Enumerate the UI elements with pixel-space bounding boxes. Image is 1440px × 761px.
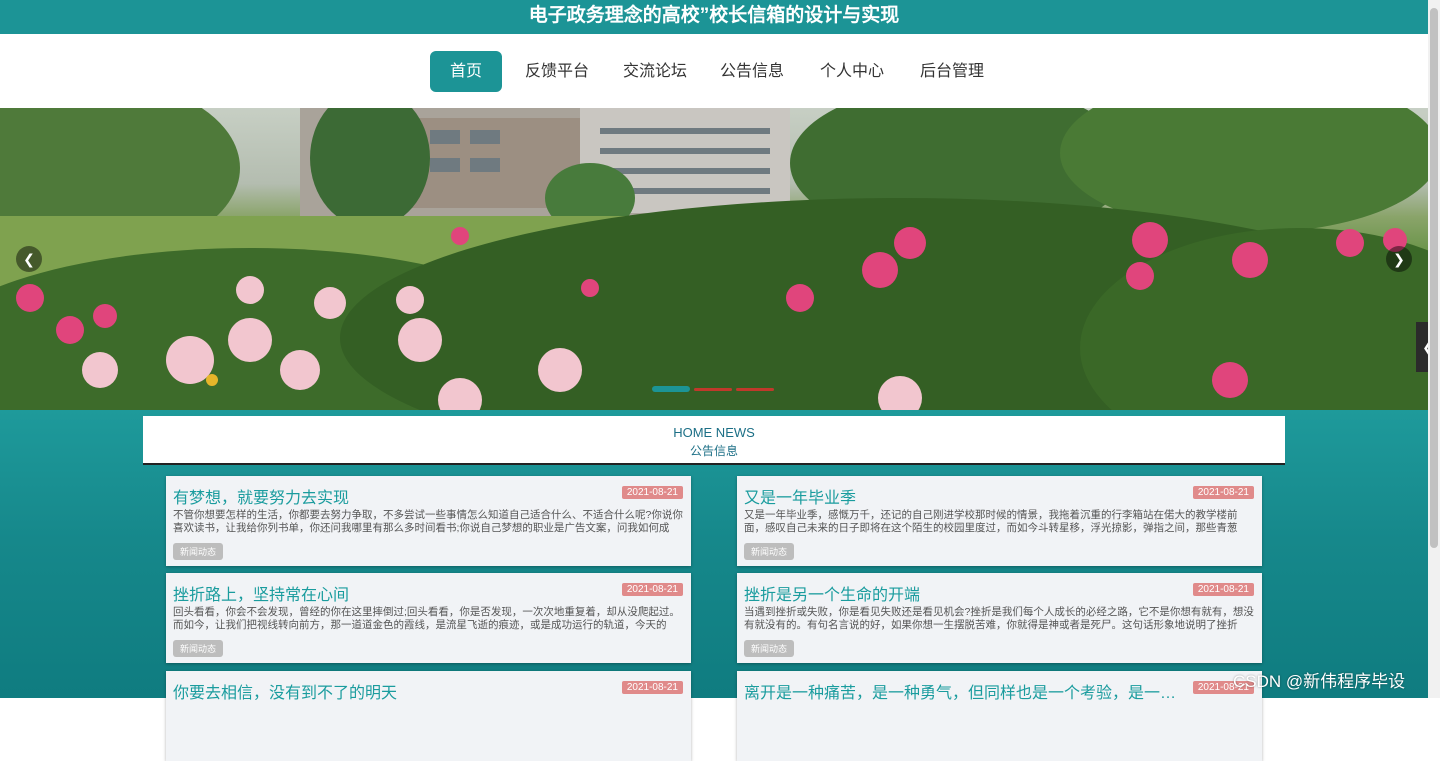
news-card-excerpt: 当遇到挫折或失败，你是看见失败还是看见机会?挫折是我们每个人成长的必经之路，它不… (744, 606, 1254, 630)
news-card-excerpt: 不管你想要怎样的生活，你都要去努力争取，不多尝试一些事情怎么知道自己适合什么、不… (173, 509, 683, 533)
news-card-tag: 新闻动态 (173, 543, 224, 560)
nav-item-home[interactable]: 首页 (430, 51, 502, 92)
news-header: HOME NEWS 公告信息 (143, 416, 1285, 465)
nav-item-personal-center[interactable]: 个人中心 (814, 51, 890, 92)
news-header-cn: 公告信息 (689, 444, 738, 458)
news-card-title[interactable]: 有梦想，就要努力去实现 (173, 484, 613, 508)
news-card-date: 2021-08-21 (621, 583, 683, 596)
carousel-next-button[interactable]: ❯ (1386, 246, 1412, 272)
news-card-tag: 新闻动态 (744, 543, 795, 560)
news-section: HOME NEWS 公告信息 有梦想，就要努力去实现 2021-08-21 不管… (0, 410, 1428, 761)
nav-item-feedback[interactable]: 反馈平台 (519, 51, 595, 92)
news-card-date: 2021-08-21 (621, 486, 683, 499)
news-header-en: HOME NEWS (673, 425, 755, 440)
banner-image (0, 108, 1428, 410)
news-card-date: 2021-08-21 (621, 681, 683, 694)
news-card-title[interactable]: 离开是一种痛苦，是一种勇气，但同样也是一个考验，是一个新的... (744, 679, 1184, 703)
scrollbar-thumb[interactable] (1430, 8, 1438, 548)
news-card-excerpt: 回头看看，你会不会发现，曾经的你在这里摔倒过;回头看看，你是否发现，一次次地重复… (173, 606, 680, 630)
news-card-title[interactable]: 你要去相信，没有到不了的明天 (173, 679, 613, 703)
carousel-dot-2[interactable] (694, 388, 732, 391)
news-card-date: 2021-08-21 (1192, 486, 1254, 499)
nav-item-announcements[interactable]: 公告信息 (714, 51, 790, 92)
carousel-dot-1[interactable] (652, 386, 690, 392)
news-card[interactable]: 挫折路上，坚持常在心间 2021-08-21 回头看看，你会不会发现，曾经的你在… (166, 573, 691, 663)
nav-item-forum[interactable]: 交流论坛 (617, 51, 693, 92)
news-card[interactable]: 有梦想，就要努力去实现 2021-08-21 不管你想要怎样的生活，你都要去努力… (166, 476, 691, 566)
site-title: 电子政务理念的高校”校长信箱的设计与实现 (528, 5, 900, 26)
news-card-tag: 新闻动态 (744, 640, 795, 657)
news-card-title[interactable]: 挫折是另一个生命的开端 (744, 581, 1184, 605)
news-card-tag: 新闻动态 (173, 640, 224, 657)
banner-carousel[interactable]: ❮ ❯ (0, 108, 1428, 410)
carousel-prev-button[interactable]: ❮ (16, 246, 42, 272)
news-card[interactable]: 离开是一种痛苦，是一种勇气，但同样也是一个考验，是一个新的... 2021-08… (737, 671, 1262, 761)
main-nav: 首页 反馈平台 交流论坛 公告信息 个人中心 后台管理 (0, 34, 1428, 109)
nav-item-admin[interactable]: 后台管理 (914, 51, 990, 92)
carousel-dot-3[interactable] (736, 388, 774, 391)
news-card-title[interactable]: 又是一年毕业季 (744, 484, 1184, 508)
news-card-title[interactable]: 挫折路上，坚持常在心间 (173, 581, 613, 605)
news-card[interactable]: 又是一年毕业季 2021-08-21 又是一年毕业季，感慨万千，还记的自己刚进学… (737, 476, 1262, 566)
news-card[interactable]: 挫折是另一个生命的开端 2021-08-21 当遇到挫折或失败，你是看见失败还是… (737, 573, 1262, 663)
site-title-bar: 电子政务理念的高校”校长信箱的设计与实现 (0, 0, 1428, 34)
news-card-date: 2021-08-21 (1192, 583, 1254, 596)
news-card-excerpt: 又是一年毕业季，感慨万千，还记的自己刚进学校那时候的情景，我拖着沉重的行李箱站在… (744, 509, 1238, 533)
csdn-watermark: CSDN @新伟程序毕设 (1233, 672, 1406, 691)
chevron-left-icon: ❮ (23, 251, 35, 267)
chevron-right-icon: ❯ (1393, 251, 1405, 267)
page-scrollbar[interactable] (1428, 0, 1440, 698)
news-card[interactable]: 你要去相信，没有到不了的明天 2021-08-21 (166, 671, 691, 761)
